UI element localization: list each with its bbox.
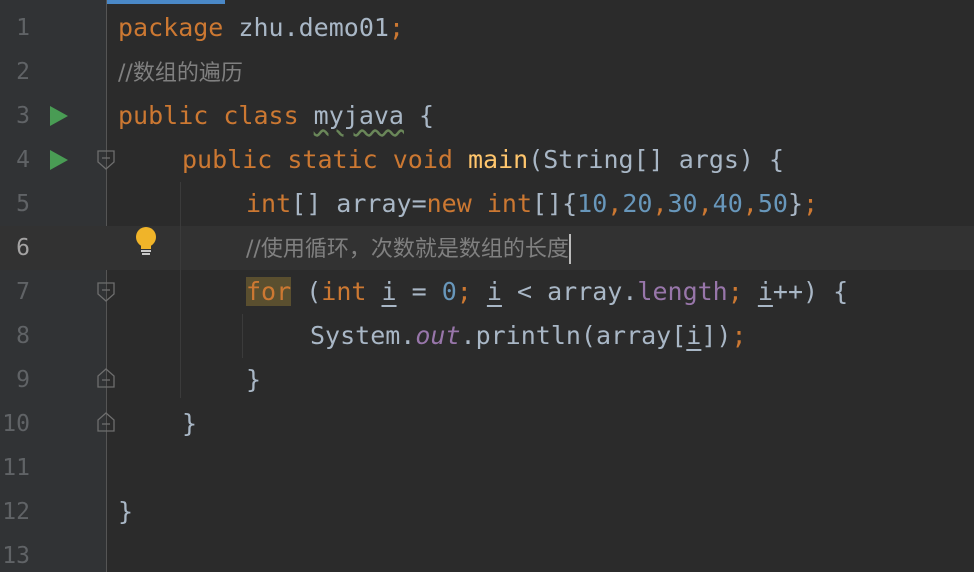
line-number[interactable]: 9 xyxy=(0,358,30,402)
line-number[interactable]: 8 xyxy=(0,314,30,358)
semicolon: ; xyxy=(731,321,747,350)
run-class-icon[interactable] xyxy=(50,106,68,126)
code-line-9[interactable]: } xyxy=(246,358,261,402)
method-params: (String[] args) { xyxy=(528,145,785,174)
intention-bulb-icon[interactable] xyxy=(133,226,159,258)
semicolon: ; xyxy=(388,13,404,42)
package-name: zhu.demo01 xyxy=(223,13,389,42)
code-text: < array. xyxy=(501,277,638,306)
line-number[interactable]: 11 xyxy=(0,446,30,490)
indent-guide xyxy=(242,314,243,358)
run-main-icon[interactable] xyxy=(50,150,68,170)
code-line-7[interactable]: for (int i = 0; i < array.length; i++) { xyxy=(246,270,848,314)
keyword-for: for xyxy=(246,277,292,306)
fold-icon[interactable] xyxy=(97,150,115,170)
semicolon: ; xyxy=(803,189,819,218)
number-literal: 30 xyxy=(667,189,698,218)
line-number[interactable]: 10 xyxy=(0,402,30,446)
code-text: ( xyxy=(291,277,322,306)
keyword-new: new xyxy=(426,189,472,218)
line-number[interactable]: 5 xyxy=(0,182,30,226)
code-text: []{ xyxy=(532,189,578,218)
code-line-10[interactable]: } xyxy=(182,402,197,446)
fold-icon[interactable] xyxy=(97,282,115,302)
open-brace: { xyxy=(403,101,435,130)
code-line-5[interactable]: int[] array=new int[]{10,20,30,40,50}; xyxy=(246,182,818,226)
unfold-end-icon[interactable] xyxy=(97,412,115,432)
line-number[interactable]: 1 xyxy=(0,6,30,50)
unfold-end-icon[interactable] xyxy=(97,368,115,388)
code-line-6[interactable]: //使用循环，次数就是数组的长度 xyxy=(246,226,571,270)
code-text: ++) { xyxy=(772,277,849,306)
semicolon: ; xyxy=(727,277,743,306)
code-text: .println(array[ xyxy=(460,321,687,350)
code-line-3[interactable]: public class myjava { xyxy=(118,94,434,138)
class-name: myjava xyxy=(313,101,404,130)
line-number[interactable]: 3 xyxy=(0,94,30,138)
comma: , xyxy=(742,189,758,218)
semicolon: ; xyxy=(456,277,472,306)
variable-i: i xyxy=(486,277,502,306)
line-number[interactable]: 12 xyxy=(0,490,30,534)
keyword-int: int xyxy=(321,277,367,306)
variable-i: i xyxy=(381,277,397,306)
comment: //使用循环，次数就是数组的长度 xyxy=(246,237,569,262)
close-brace: } xyxy=(787,189,804,218)
static-field-out: out xyxy=(415,321,461,350)
number-literal: 10 xyxy=(577,189,608,218)
code-text: = xyxy=(396,277,442,306)
keyword-package: package xyxy=(118,13,224,42)
number-literal: 0 xyxy=(441,277,457,306)
line-number-current[interactable]: 6 xyxy=(0,226,30,270)
code-line-12[interactable]: } xyxy=(118,490,133,534)
keyword-int: int xyxy=(246,189,292,218)
code-text: System. xyxy=(310,321,416,350)
field-length: length xyxy=(637,277,728,306)
variable-i: i xyxy=(757,277,773,306)
comma: , xyxy=(697,189,713,218)
number-literal: 50 xyxy=(757,189,788,218)
number-literal: 40 xyxy=(712,189,743,218)
line-number[interactable]: 7 xyxy=(0,270,30,314)
code-text: ]) xyxy=(701,321,732,350)
code-line-4[interactable]: public static void main(String[] args) { xyxy=(182,138,784,182)
keyword-class: class xyxy=(208,101,314,130)
variable-i: i xyxy=(686,321,702,350)
comma: , xyxy=(607,189,623,218)
code-line-1[interactable]: package zhu.demo01; xyxy=(118,6,404,50)
code-line-8[interactable]: System.out.println(array[i]); xyxy=(310,314,747,358)
keyword-public: public xyxy=(118,101,209,130)
close-brace: } xyxy=(182,409,198,438)
line-number[interactable]: 13 xyxy=(0,534,30,572)
line-number[interactable]: 2 xyxy=(0,50,30,94)
text-caret xyxy=(568,234,571,264)
keyword-int: int xyxy=(486,189,532,218)
method-name: main xyxy=(467,145,529,174)
number-literal: 20 xyxy=(622,189,653,218)
close-brace: } xyxy=(118,497,134,526)
code-text: [] array= xyxy=(291,189,427,218)
comment: //数组的遍历 xyxy=(118,61,243,86)
close-brace: } xyxy=(246,365,262,394)
indent-guide xyxy=(180,182,181,398)
keyword-public-static-void: public static void xyxy=(182,145,468,174)
code-line-2[interactable]: //数组的遍历 xyxy=(118,50,243,94)
comma: , xyxy=(652,189,668,218)
line-number[interactable]: 4 xyxy=(0,138,30,182)
